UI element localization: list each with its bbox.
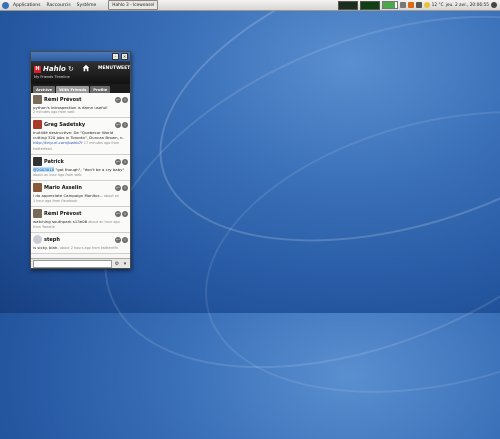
tweet-link[interactable]: http://tinyurl.com/bwkb7f — [33, 140, 83, 145]
reply-icon[interactable]: ↩ — [115, 184, 121, 191]
tweet-meta: about 2 hours ago from twitterrific — [59, 246, 119, 250]
tweet-meta: 2 minutes ago from web — [33, 110, 75, 114]
tweet-item[interactable]: Greg Sadetsky ↩ ☆ Inutilité destructive:… — [31, 118, 130, 155]
tweet-author[interactable]: Patrick — [44, 159, 115, 165]
tweet-item[interactable]: Mario Asselin ↩ ☆ I do appreciate Campai… — [31, 181, 130, 207]
avatar[interactable] — [33, 95, 42, 104]
tab-bar: Archive With Friends Profile — [31, 84, 130, 93]
status-field — [33, 259, 112, 268]
reply-icon[interactable]: ↩ — [115, 121, 121, 128]
tweet-item[interactable]: Patrick ↩ ☆ @2003010 "got though", "don'… — [31, 155, 130, 181]
favorite-icon[interactable]: ☆ — [122, 210, 128, 217]
tweet-meta-time: about an — [103, 194, 119, 198]
favorite-icon[interactable]: ☆ — [122, 184, 128, 191]
tweet-item[interactable]: steph ↩ ☆ is sicky. blah. about 2 hours … — [31, 233, 130, 254]
favorite-icon[interactable]: ☆ — [122, 121, 128, 128]
tab-profile[interactable]: Profile — [90, 86, 111, 93]
status-bar: ⚙ ▾ — [31, 258, 130, 268]
system-tray: 12 °C jeu. 2 avr., 20:06:55 — [337, 0, 500, 10]
taskbar-window-label: Hahlo 3 - Iceweasel — [112, 2, 155, 8]
update-icon[interactable] — [407, 2, 414, 8]
tab-with-friends[interactable]: With Friends — [56, 86, 90, 93]
distro-logo-icon[interactable] — [2, 1, 9, 9]
logo-text: Hahlo — [43, 65, 66, 73]
tweet-item[interactable]: Rémi Prévost ↩ ☆ watching southpark s13e… — [31, 207, 130, 233]
hahlo-window: – × H Hahlo ↻ MENU TWEET My Friends Time… — [30, 51, 131, 269]
home-icon[interactable] — [82, 64, 90, 72]
reply-icon[interactable]: ↩ — [115, 210, 121, 217]
network-graph-icon[interactable] — [359, 0, 380, 10]
tweet-text: I do appreciate Campaign Monitor... — [33, 193, 103, 198]
refresh-icon[interactable]: ↻ — [68, 65, 74, 73]
settings-icon[interactable]: ⚙ — [114, 261, 120, 267]
network-icon[interactable] — [399, 2, 406, 8]
reply-icon[interactable]: ↩ — [115, 96, 121, 103]
tweet-mention[interactable]: @2003010 — [33, 167, 55, 172]
cpu-graph-icon[interactable] — [337, 0, 358, 10]
top-panel: Applications Raccourcis Système Hahlo 3 … — [0, 0, 500, 11]
timeline-title: My Friends Timeline — [34, 75, 70, 79]
tweet-item[interactable]: Rémi Prévost ↩ ☆ python's introspection … — [31, 93, 130, 118]
minimize-icon[interactable]: – — [112, 53, 119, 60]
avatar[interactable] — [33, 183, 42, 192]
weather-icon[interactable] — [423, 2, 430, 8]
tweet-list: Rémi Prévost ↩ ☆ python's introspection … — [31, 93, 130, 258]
avatar[interactable] — [33, 120, 42, 129]
tweet-author[interactable]: Greg Sadetsky — [44, 122, 115, 128]
favorite-icon[interactable]: ☆ — [122, 96, 128, 103]
taskbar-window-button[interactable]: Hahlo 3 - Iceweasel — [108, 0, 159, 10]
tweet-text: is sicky. blah. — [33, 245, 59, 250]
tweet-author[interactable]: Rémi Prévost — [44, 97, 115, 103]
tweet-meta: from Tweetie — [33, 225, 55, 229]
hahlo-logo[interactable]: H Hahlo — [34, 65, 66, 73]
tweet-author[interactable]: Rémi Prévost — [44, 211, 115, 217]
menu-shortcuts[interactable]: Raccourcis — [45, 3, 73, 8]
battery-meter[interactable] — [381, 1, 398, 9]
tweet-text: "got though", "don't be a cry baby" — [55, 167, 125, 172]
close-icon[interactable]: × — [121, 53, 128, 60]
app-header: H Hahlo ↻ MENU TWEET My Friends Timeline — [31, 62, 130, 84]
logo-mark: H — [34, 65, 41, 73]
avatar[interactable] — [33, 157, 42, 166]
power-icon[interactable] — [491, 2, 497, 8]
window-titlebar[interactable]: – × — [31, 52, 130, 62]
avatar[interactable] — [33, 235, 42, 244]
favorite-icon[interactable]: ☆ — [122, 236, 128, 243]
battery-fill — [382, 2, 395, 8]
menu-system[interactable]: Système — [75, 3, 99, 8]
clock[interactable]: jeu. 2 avr., 20:06:55 — [446, 3, 489, 8]
tweet-text: watching southpark s13e06 — [33, 219, 88, 224]
tweet-button[interactable]: TWEET — [113, 66, 130, 71]
tweet-author[interactable]: Mario Asselin — [44, 185, 115, 191]
menu-button[interactable]: MENU — [98, 66, 113, 71]
wallpaper-swoosh — [175, 65, 500, 439]
reply-icon[interactable]: ↩ — [115, 236, 121, 243]
tweet-meta-time: about an hour ago — [88, 220, 120, 224]
reply-icon[interactable]: ↩ — [115, 158, 121, 165]
tweet-author[interactable]: steph — [44, 237, 115, 243]
wallpaper-swoosh — [122, 0, 500, 299]
temperature-label: 12 °C — [431, 2, 444, 8]
volume-icon[interactable] — [415, 2, 422, 8]
menu-applications[interactable]: Applications — [11, 3, 43, 8]
tweet-meta: 1 hour ago from Facebook — [33, 199, 78, 203]
favorite-icon[interactable]: ☆ — [122, 158, 128, 165]
avatar[interactable] — [33, 209, 42, 218]
tweet-meta: about an hour ago from web — [33, 173, 82, 177]
tab-archive[interactable]: Archive — [33, 86, 56, 93]
dropdown-icon[interactable]: ▾ — [122, 261, 128, 267]
tweet-text: Inutilité destructive: De "Quebecor Worl… — [33, 130, 124, 140]
